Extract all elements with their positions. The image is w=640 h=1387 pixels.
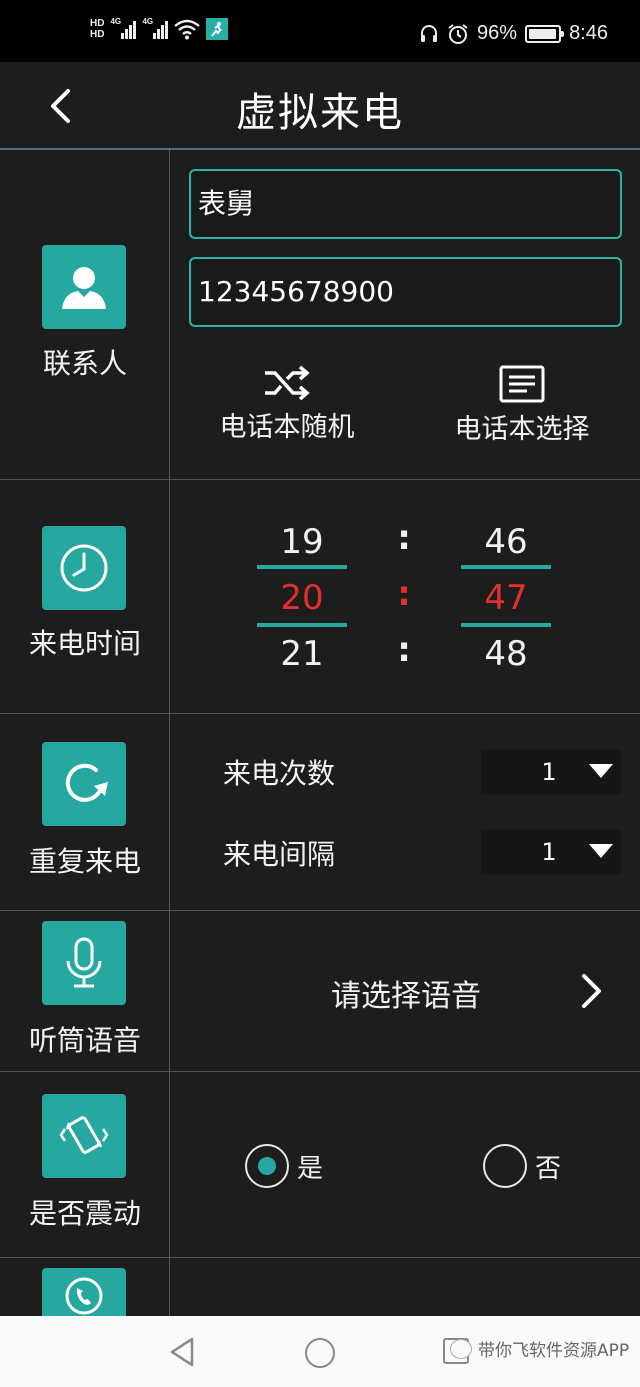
minute-selected: 47	[484, 578, 528, 618]
colon-prev: :	[397, 518, 411, 558]
call-interval-label: 来电间隔	[223, 838, 336, 871]
voice-label: 听筒语音	[28, 1024, 141, 1057]
vibrate-tile	[42, 1094, 126, 1178]
status-right: 96% 8:46	[419, 22, 608, 45]
vibrate-row: 是否震动 是 否	[0, 1072, 640, 1258]
call-time-label: 来电时间	[28, 627, 141, 660]
voice-select-label: 请选择语音	[331, 979, 481, 1014]
contact-tile	[42, 245, 126, 329]
repeat-settings: 来电次数 1 来电间隔 1	[171, 714, 640, 910]
minute-divider-top	[461, 565, 551, 569]
hd-2-label: HD	[90, 29, 105, 40]
voice-tile	[42, 921, 126, 1005]
dropdown-arrow-icon	[589, 844, 613, 858]
headset-icon	[421, 24, 438, 42]
vibrate-label-col: 是否震动	[0, 1072, 170, 1257]
next-row-label-col	[0, 1258, 170, 1316]
call-time-label-col: 来电时间	[0, 480, 170, 713]
signal-1-icon: 4G	[110, 17, 137, 39]
watermark-text: 带你飞软件资源APP	[478, 1341, 630, 1361]
wifi-icon	[174, 19, 201, 40]
alarm-icon	[448, 23, 468, 44]
voice-row: 听筒语音 请选择语音	[0, 911, 640, 1072]
net-1-label: 4G	[110, 17, 122, 26]
contact-label: 联系人	[42, 347, 127, 380]
contact-number-input[interactable]: 12345678900	[189, 257, 622, 327]
vibrate-yes-radio[interactable]: 是	[245, 1144, 323, 1188]
watermark: 带你飞软件资源APP	[450, 1336, 629, 1361]
phonebook-random-label: 电话本随机	[219, 412, 355, 443]
vibrate-label: 是否震动	[28, 1197, 141, 1230]
shuffle-icon	[265, 365, 310, 401]
chevron-right-icon	[582, 974, 601, 1008]
contact-row: 联系人 表舅 12345678900 电话本随机 电话本选择	[0, 150, 640, 480]
minute-next: 48	[484, 634, 528, 674]
status-bar: HD HD 4G 4G 96% 8:46	[0, 0, 640, 62]
net-2-label: 4G	[142, 17, 154, 26]
hour-picker[interactable]: 19 20 21	[257, 514, 347, 682]
wechat-icon	[450, 1338, 472, 1359]
minute-prev: 46	[484, 522, 528, 562]
hd-1-label: HD	[90, 18, 105, 29]
time-separator: : : :	[394, 510, 414, 678]
phonebook-random-button[interactable]: 电话本随机	[187, 365, 387, 444]
call-count-label: 来电次数	[223, 757, 336, 790]
repeat-label: 重复来电	[28, 845, 141, 878]
running-app-icon	[206, 18, 229, 40]
battery-icon	[525, 24, 565, 43]
refresh-icon	[65, 763, 108, 802]
phone-icon	[65, 1277, 103, 1315]
hour-prev: 19	[280, 522, 324, 562]
dropdown-arrow-icon	[589, 764, 613, 778]
vibrate-options: 是 否	[171, 1072, 640, 1257]
voice-label-col: 听筒语音	[0, 911, 170, 1071]
colon-next: :	[397, 630, 411, 670]
colon-selected: :	[397, 574, 411, 614]
hd-indicator: HD HD	[90, 18, 104, 40]
page-title: 虚拟来电	[236, 90, 404, 136]
contact-name-input[interactable]: 表舅	[189, 169, 622, 239]
contact-fields: 表舅 12345678900 电话本随机 电话本选择	[171, 150, 640, 479]
vibrate-yes-label: 是	[297, 1153, 324, 1184]
call-time-row: 来电时间 19 20 21 : : : 46 47 48	[0, 480, 640, 714]
status-left: HD HD 4G 4G	[90, 17, 229, 40]
minute-divider-bottom	[461, 623, 551, 627]
radio-checked-icon	[245, 1144, 289, 1188]
repeat-label-col: 重复来电	[0, 714, 170, 910]
battery-percent: 96%	[477, 22, 518, 44]
minute-picker[interactable]: 46 47 48	[461, 514, 551, 682]
nav-back-icon[interactable]	[168, 1336, 196, 1368]
radio-unchecked-icon	[483, 1144, 527, 1188]
next-row-partial	[0, 1258, 640, 1316]
call-count-dropdown[interactable]: 1	[481, 750, 621, 794]
hour-next: 21	[280, 634, 324, 674]
microphone-icon	[66, 937, 102, 988]
clock: 8:46	[569, 22, 608, 44]
signal-2-icon: 4G	[142, 17, 169, 39]
vibrate-no-radio[interactable]: 否	[483, 1144, 561, 1188]
vibrate-phone-icon	[59, 1116, 109, 1154]
person-icon	[62, 267, 106, 309]
app-header: 虚拟来电	[0, 62, 640, 150]
nav-home-icon[interactable]	[305, 1338, 335, 1368]
voice-select-button[interactable]: 请选择语音	[171, 911, 640, 1071]
next-row-tile	[42, 1268, 126, 1316]
hour-divider-bottom	[257, 623, 347, 627]
repeat-tile	[42, 742, 126, 826]
clock-icon	[60, 544, 108, 592]
list-icon	[499, 365, 545, 403]
repeat-row: 重复来电 来电次数 1 来电间隔 1	[0, 714, 640, 911]
vibrate-no-label: 否	[535, 1153, 562, 1184]
hour-selected: 20	[280, 578, 324, 618]
contact-label-col: 联系人	[0, 150, 170, 479]
hour-divider-top	[257, 565, 347, 569]
system-nav-bar: 带你飞软件资源APP	[0, 1316, 640, 1387]
call-interval-dropdown[interactable]: 1	[481, 830, 621, 874]
time-picker: 19 20 21 : : : 46 47 48	[171, 480, 640, 713]
call-time-tile	[42, 526, 126, 610]
phonebook-select-button[interactable]: 电话本选择	[422, 365, 622, 446]
phonebook-select-label: 电话本选择	[454, 414, 590, 445]
